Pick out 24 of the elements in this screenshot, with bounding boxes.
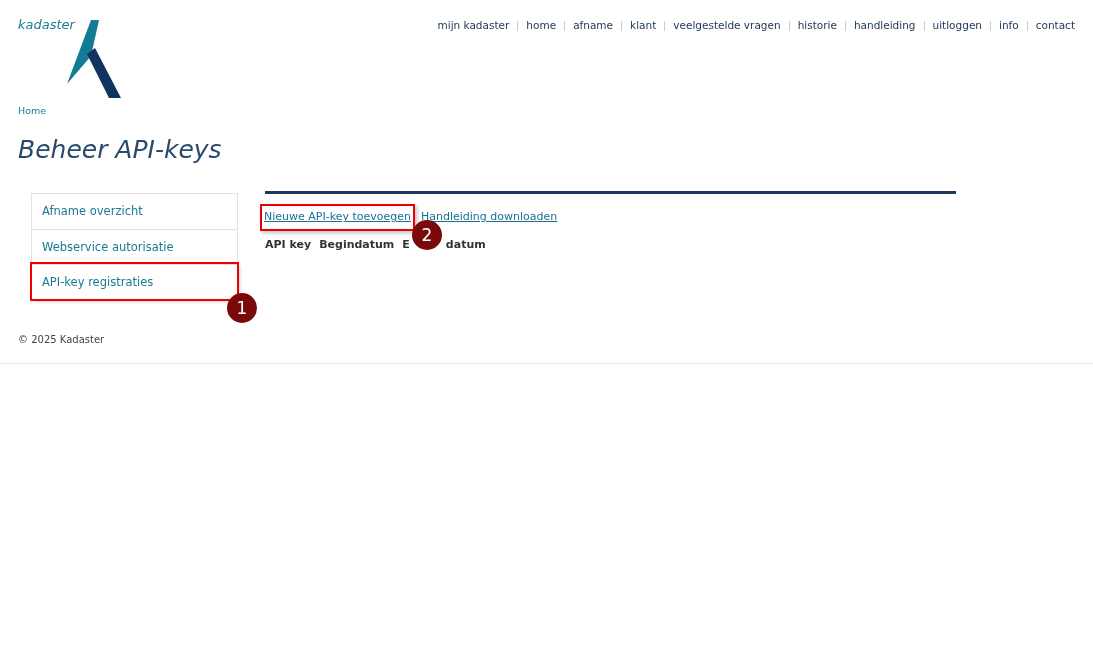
- nav-link[interactable]: historie: [797, 18, 837, 34]
- column-header: Begindatum: [319, 236, 395, 253]
- nav-link[interactable]: afname: [573, 18, 614, 34]
- nav-link[interactable]: home: [526, 18, 557, 34]
- column-header: datum: [445, 236, 486, 253]
- column-header: API key: [265, 236, 312, 253]
- nav-link[interactable]: info: [999, 18, 1019, 34]
- logo-text: kadaster: [18, 16, 75, 34]
- nav-link[interactable]: contact: [1035, 18, 1075, 34]
- nav-link[interactable]: handleiding: [853, 18, 916, 34]
- callout-badge: 2: [412, 220, 442, 251]
- nav-link[interactable]: veelgestelde vragen: [673, 18, 781, 34]
- nav-link[interactable]: mijn kadaster: [437, 18, 510, 34]
- sidebar-item[interactable]: Afname overzicht: [32, 194, 237, 230]
- nav-link[interactable]: uitloggen: [932, 18, 982, 34]
- page-title: Beheer API-keys: [18, 134, 222, 167]
- sidebar-item[interactable]: API-key registraties: [32, 264, 237, 300]
- sidebar-item[interactable]: Webservice autorisatie: [32, 229, 237, 265]
- breadcrumb-link[interactable]: Home: [18, 104, 47, 119]
- copyright-text: © 2025 Kadaster: [18, 333, 105, 348]
- column-header: E: [402, 236, 410, 253]
- action-link[interactable]: Nieuwe API-key toevoegen: [260, 204, 415, 231]
- callout-badge: 1: [227, 293, 257, 324]
- nav-link[interactable]: klant: [630, 18, 657, 34]
